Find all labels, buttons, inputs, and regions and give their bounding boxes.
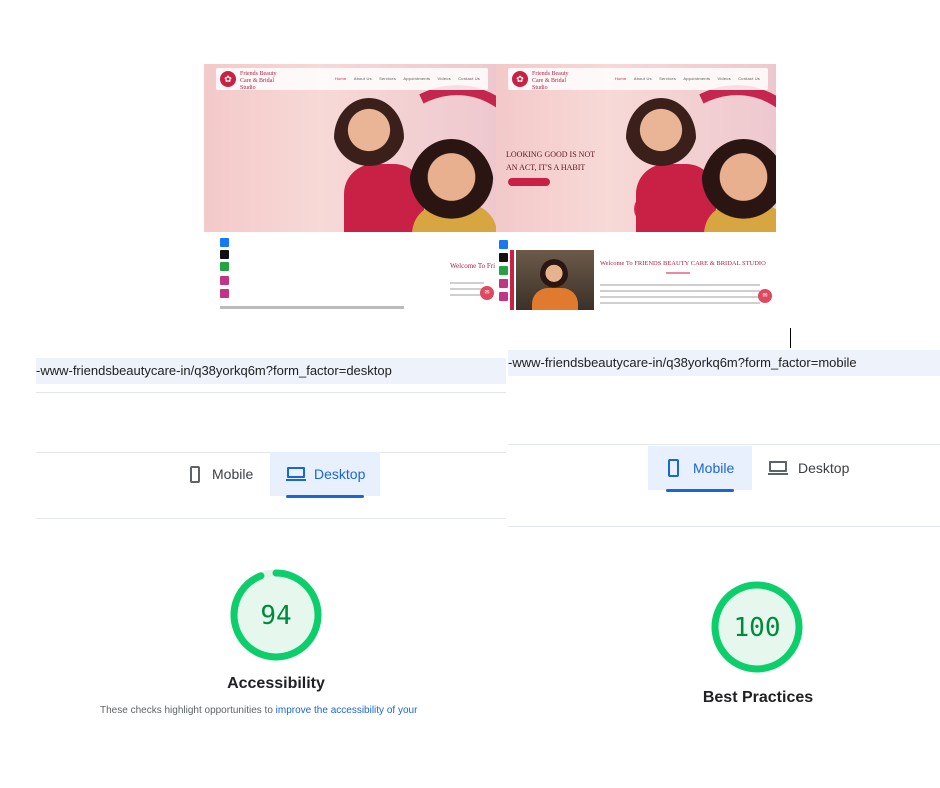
laptop-icon bbox=[768, 461, 788, 475]
nav-link[interactable]: Appointments bbox=[683, 76, 710, 81]
social-icon[interactable] bbox=[220, 289, 229, 298]
site-nav-links: Home About Us Services Appointments Vide… bbox=[329, 76, 480, 81]
mobile-preview: ✿ Friends Beauty Care & Bridal Studio Ho… bbox=[496, 64, 776, 310]
nav-link[interactable]: Appointments bbox=[403, 76, 430, 81]
instagram-icon[interactable] bbox=[499, 279, 508, 288]
category-title: Accessibility bbox=[227, 675, 325, 692]
model-photo bbox=[334, 98, 404, 178]
score-value: 100 bbox=[734, 613, 781, 643]
accessibility-link[interactable]: improve the accessibility of your bbox=[276, 705, 418, 716]
site-navbar: ✿ Friends Beauty Care & Bridal Studio Ho… bbox=[216, 68, 488, 91]
tab-mobile[interactable]: Mobile bbox=[648, 446, 752, 492]
site-logo-icon: ✿ bbox=[220, 71, 236, 87]
phone-icon bbox=[190, 465, 200, 483]
nav-link[interactable]: Contact Us bbox=[458, 76, 480, 81]
studio-photo bbox=[516, 250, 594, 310]
model-photo bbox=[409, 139, 494, 232]
tab-desktop[interactable]: Desktop bbox=[270, 452, 380, 498]
description-text: These checks highlight opportunities to bbox=[100, 705, 276, 716]
site-navbar: ✿ Friends Beauty Care & Bridal Studio Ho… bbox=[508, 68, 768, 91]
facebook-icon[interactable] bbox=[220, 238, 229, 247]
nav-link[interactable]: Home bbox=[335, 76, 346, 81]
accessibility-score-gauge: 94 bbox=[230, 569, 322, 661]
hero-line: LOOKING GOOD IS NOT bbox=[506, 150, 596, 159]
whatsapp-icon[interactable] bbox=[499, 266, 508, 275]
report-url[interactable]: -www-friendsbeautycare-in/q38yorkq6m?for… bbox=[36, 358, 506, 384]
score-value: 94 bbox=[260, 601, 291, 631]
best-practices-score-gauge: 100 bbox=[711, 581, 803, 673]
social-icon[interactable] bbox=[499, 292, 508, 301]
nav-link[interactable]: Videos bbox=[438, 76, 451, 81]
nav-link[interactable]: Contact Us bbox=[738, 76, 760, 81]
nav-link[interactable]: Videos bbox=[718, 76, 731, 81]
hero-banner: ✿ Friends Beauty Care & Bridal Studio Ho… bbox=[496, 64, 776, 232]
hero-cta-button[interactable] bbox=[508, 178, 550, 186]
site-nav-links: Home About Us Services Appointments Vide… bbox=[609, 76, 760, 81]
text-cursor bbox=[790, 328, 791, 348]
x-icon[interactable] bbox=[499, 253, 508, 262]
hero-tagline: LOOKING GOOD IS NOT AN ACT, IT'S A HABIT bbox=[506, 148, 595, 174]
site-logo-icon: ✿ bbox=[512, 71, 528, 87]
nav-link[interactable]: Services bbox=[659, 76, 676, 81]
hero-line: AN ACT, IT'S A HABIT bbox=[506, 163, 586, 172]
nav-link[interactable]: About Us bbox=[354, 76, 372, 81]
laptop-icon bbox=[286, 467, 306, 481]
site-logo-text: Friends Beauty Care & Bridal Studio bbox=[532, 71, 569, 91]
chat-button[interactable]: ✉ bbox=[480, 286, 494, 300]
nav-link[interactable]: Home bbox=[615, 76, 626, 81]
chat-button[interactable]: ✉ bbox=[758, 289, 772, 303]
category-title: Best Practices bbox=[702, 689, 814, 706]
nav-link[interactable]: Services bbox=[379, 76, 396, 81]
tab-label: Mobile bbox=[212, 466, 254, 482]
desktop-preview: ✿ Friends Beauty Care & Bridal Studio Ho… bbox=[204, 64, 496, 310]
phone-icon bbox=[668, 459, 679, 477]
tab-label: Desktop bbox=[314, 466, 366, 482]
model-photo bbox=[701, 139, 776, 232]
tab-label: Mobile bbox=[693, 460, 735, 476]
model-photo bbox=[626, 98, 696, 178]
whatsapp-icon[interactable] bbox=[220, 262, 229, 271]
instagram-icon[interactable] bbox=[220, 276, 229, 285]
tab-label: Desktop bbox=[798, 460, 850, 476]
tab-desktop[interactable]: Desktop bbox=[758, 446, 862, 490]
report-url[interactable]: -www-friendsbeautycare-in/q38yorkq6m?for… bbox=[508, 350, 940, 376]
horizontal-scrollbar[interactable] bbox=[220, 306, 404, 309]
welcome-heading: Welcome To FRIENDS BEAUTY CARE & BRIDAL … bbox=[600, 260, 766, 267]
x-icon[interactable] bbox=[220, 250, 229, 259]
facebook-icon[interactable] bbox=[499, 240, 508, 249]
tab-mobile[interactable]: Mobile bbox=[180, 452, 266, 496]
site-logo-text: Friends Beauty Care & Bridal Studio bbox=[240, 71, 277, 91]
nav-link[interactable]: About Us bbox=[634, 76, 652, 81]
welcome-heading: Welcome To Fri bbox=[450, 262, 496, 270]
hero-banner: ✿ Friends Beauty Care & Bridal Studio Ho… bbox=[204, 64, 496, 232]
category-description: These checks highlight opportunities to … bbox=[100, 705, 417, 716]
